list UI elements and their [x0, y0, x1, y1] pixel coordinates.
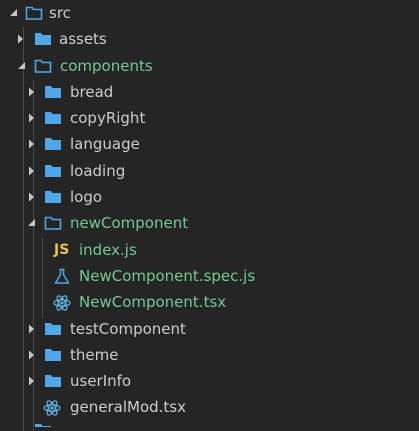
tree-item-label: logo — [70, 188, 103, 207]
file-explorer-tree: src assets components bread copyRight la… — [0, 0, 419, 431]
tree-item-label: testComponent — [70, 319, 186, 338]
tree-item-logo[interactable]: logo — [0, 184, 419, 210]
tree-item-label: loading — [70, 161, 126, 180]
tree-item-newcomponent-spec[interactable]: NewComponent.spec.js — [0, 263, 419, 289]
folder-icon — [44, 368, 62, 394]
folder-icon — [44, 131, 62, 157]
chevron-right-icon[interactable] — [28, 131, 38, 157]
tree-item-generalmod-tsx[interactable]: generalMod.tsx — [0, 394, 419, 420]
tree-item-components[interactable]: components — [0, 53, 419, 79]
tree-item-label: userInfo — [70, 372, 132, 391]
folder-icon — [44, 184, 62, 210]
folder-icon — [44, 158, 62, 184]
chevron-right-icon[interactable] — [28, 342, 38, 368]
chevron-right-icon[interactable] — [28, 79, 38, 105]
tree-item-theme[interactable]: theme — [0, 342, 419, 368]
folder-icon — [44, 79, 62, 105]
tree-item-label: components — [60, 56, 153, 75]
folder-open-icon — [34, 53, 52, 79]
tree-item-label: generalMod.tsx — [70, 398, 186, 417]
tree-item-label: bread — [70, 82, 114, 101]
chevron-down-icon[interactable] — [9, 0, 19, 26]
tree-item-label: newComponent — [70, 214, 189, 233]
tree-item-label: NewComponent.tsx — [79, 293, 227, 312]
tree-item-label: src — [49, 4, 71, 22]
folder-icon — [34, 26, 52, 52]
flask-icon — [54, 263, 70, 289]
tree-item-newcomponent-tsx[interactable]: NewComponent.tsx — [0, 289, 419, 315]
react-icon — [53, 289, 71, 315]
folder-open-icon — [44, 210, 62, 236]
chevron-right-icon[interactable] — [28, 158, 38, 184]
tree-item-label: assets — [59, 30, 107, 49]
chevron-right-icon[interactable] — [17, 26, 27, 52]
react-icon — [43, 394, 61, 420]
tree-item-partial[interactable] — [0, 421, 419, 427]
folder-icon — [44, 105, 62, 131]
tree-item-label: copyRight — [70, 109, 146, 128]
tree-item-assets[interactable]: assets — [0, 26, 419, 52]
tree-item-language[interactable]: language — [0, 131, 419, 157]
chevron-down-icon[interactable] — [27, 210, 37, 236]
chevron-right-icon[interactable] — [28, 316, 38, 342]
chevron-down-icon[interactable] — [17, 53, 27, 79]
chevron-right-icon[interactable] — [28, 105, 38, 131]
chevron-right-icon[interactable] — [28, 184, 38, 210]
tree-item-copyright[interactable]: copyRight — [0, 105, 419, 131]
tree-item-userinfo[interactable]: userInfo — [0, 368, 419, 394]
folder-icon — [34, 421, 52, 427]
folder-open-icon — [25, 0, 43, 26]
tree-item-label: index.js — [79, 240, 137, 259]
tree-item-src[interactable]: src — [0, 0, 419, 26]
tree-item-newcomponent[interactable]: newComponent — [0, 210, 419, 236]
chevron-right-icon[interactable] — [28, 368, 38, 394]
tree-item-index-js[interactable]: JS index.js — [0, 237, 419, 263]
tree-item-label: language — [70, 135, 140, 154]
tree-item-label: NewComponent.spec.js — [79, 266, 256, 285]
tree-item-testcomponent[interactable]: testComponent — [0, 316, 419, 342]
tree-item-bread[interactable]: bread — [0, 79, 419, 105]
tree-item-loading[interactable]: loading — [0, 158, 419, 184]
javascript-icon: JS — [54, 241, 70, 258]
tree-item-label: theme — [70, 345, 119, 364]
folder-icon — [44, 316, 62, 342]
folder-icon — [44, 342, 62, 368]
